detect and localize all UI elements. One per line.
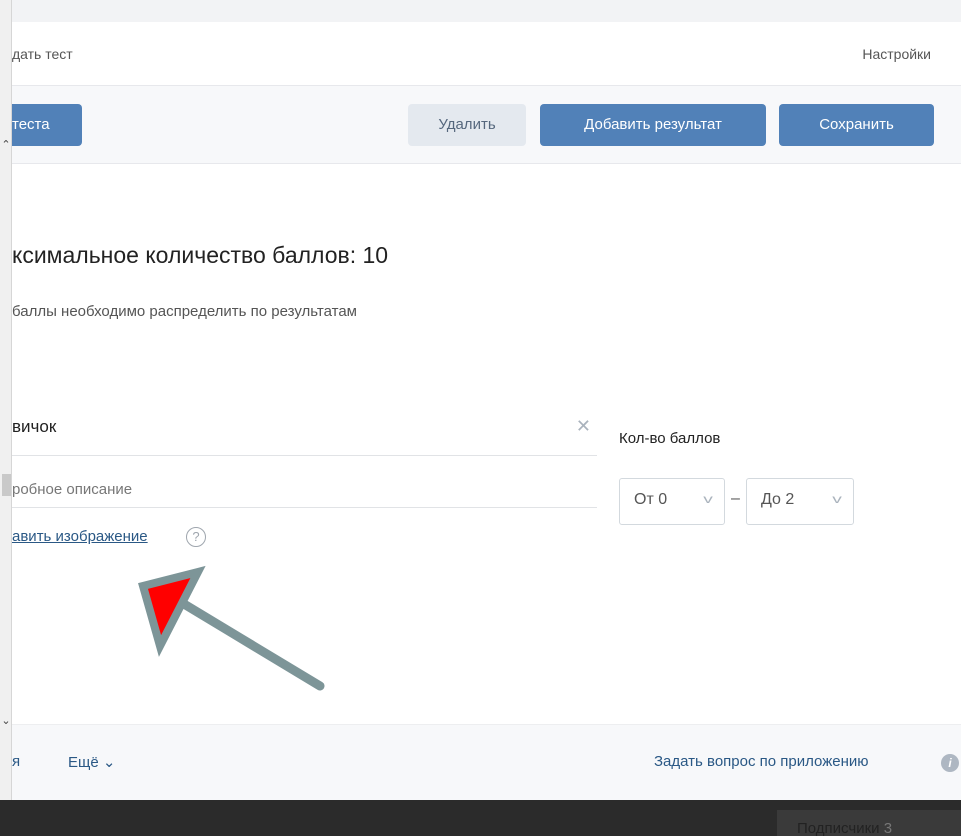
scroll-down-icon[interactable]: ⌄ xyxy=(0,714,12,728)
distribution-hint: баллы необходимо распределить по результ… xyxy=(12,303,357,320)
result-name-value: вичок xyxy=(12,417,57,436)
help-icon[interactable]: ? xyxy=(186,527,206,547)
chevron-down-icon: v xyxy=(703,492,713,506)
score-to-select[interactable]: До 2 v xyxy=(746,478,854,525)
score-to-value: До 2 xyxy=(761,491,795,508)
vertical-scrollbar[interactable]: ⌃ ⌄ xyxy=(0,0,12,836)
settings-link[interactable]: Настройки xyxy=(862,46,931,62)
scroll-thumb[interactable] xyxy=(2,474,11,496)
score-label: Кол-во баллов xyxy=(619,430,721,447)
toolbar: теста Удалить Добавить результат Сохрани… xyxy=(12,86,961,164)
score-from-select[interactable]: От 0 v xyxy=(619,478,725,525)
add-image-row: авить изображение xyxy=(12,528,148,545)
page-content: дать тест Настройки теста Удалить Добави… xyxy=(12,0,961,800)
range-dash: – xyxy=(731,490,740,507)
delete-button[interactable]: Удалить xyxy=(408,104,526,146)
subscribers-label: Подписчики xyxy=(797,820,880,836)
save-button[interactable]: Сохранить xyxy=(779,104,934,146)
scroll-up-icon[interactable]: ⌃ xyxy=(0,138,12,152)
more-menu[interactable]: Ещё ⌄ xyxy=(68,753,115,771)
subscribers-tab[interactable]: Подписчики 3 xyxy=(777,810,961,836)
back-to-test-button[interactable]: теста xyxy=(12,104,82,146)
info-icon[interactable]: i xyxy=(941,754,959,772)
result-name-field[interactable]: вичок ✕ xyxy=(12,404,597,456)
close-icon[interactable]: ✕ xyxy=(576,416,591,437)
description-placeholder: робное описание xyxy=(12,481,133,498)
header: дать тест Настройки xyxy=(12,22,961,86)
description-field[interactable]: робное описание xyxy=(12,470,597,508)
footer-link[interactable]: я xyxy=(12,753,20,770)
score-from-value: От 0 xyxy=(634,491,668,508)
subscribers-count: 3 xyxy=(883,820,893,836)
top-strip xyxy=(12,0,961,22)
max-score-heading: ксимальное количество баллов: 10 xyxy=(12,242,389,268)
add-result-button[interactable]: Добавить результат xyxy=(540,104,766,146)
page-title: дать тест xyxy=(12,46,73,62)
chevron-down-icon: v xyxy=(832,492,842,506)
ask-question-link[interactable]: Задать вопрос по приложению xyxy=(654,753,869,770)
footer: я Ещё ⌄ Задать вопрос по приложению i xyxy=(12,724,961,800)
add-image-link[interactable]: авить изображение xyxy=(12,528,148,545)
